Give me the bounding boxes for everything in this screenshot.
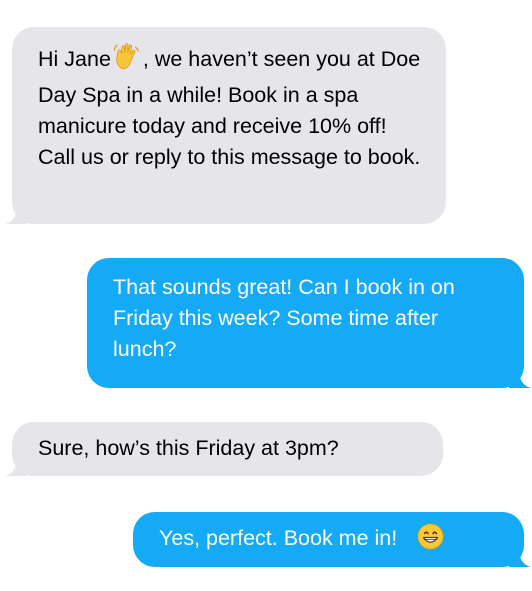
message-text: That sounds great! Can I book in on Frid… — [113, 275, 455, 361]
bubble-tail — [509, 545, 531, 567]
message-bubble-outgoing: That sounds great! Can I book in on Frid… — [87, 258, 531, 388]
message-bubble-incoming: Sure, how’s this Friday at 3pm? — [5, 422, 443, 476]
message-bubble-outgoing: Yes, perfect. Book me in! — [133, 512, 531, 567]
message-text: Yes, perfect. Book me in! — [159, 523, 506, 559]
bubble-tail — [5, 202, 27, 224]
bubble-tail — [509, 366, 531, 388]
message-text: Hi Jane , we haven’t seen you at Doe Day… — [38, 41, 428, 173]
message-text-part: Hi Jane — [38, 47, 111, 71]
bubble-tail — [5, 454, 27, 476]
message-bubble-incoming: Hi Jane , we haven’t seen you at Doe Day… — [5, 27, 446, 224]
message-text-part: Yes, perfect. Book me in! — [159, 526, 398, 550]
waving-hand-icon — [112, 41, 142, 80]
grinning-face-icon — [417, 523, 444, 559]
message-text: Sure, how’s this Friday at 3pm? — [38, 436, 339, 460]
